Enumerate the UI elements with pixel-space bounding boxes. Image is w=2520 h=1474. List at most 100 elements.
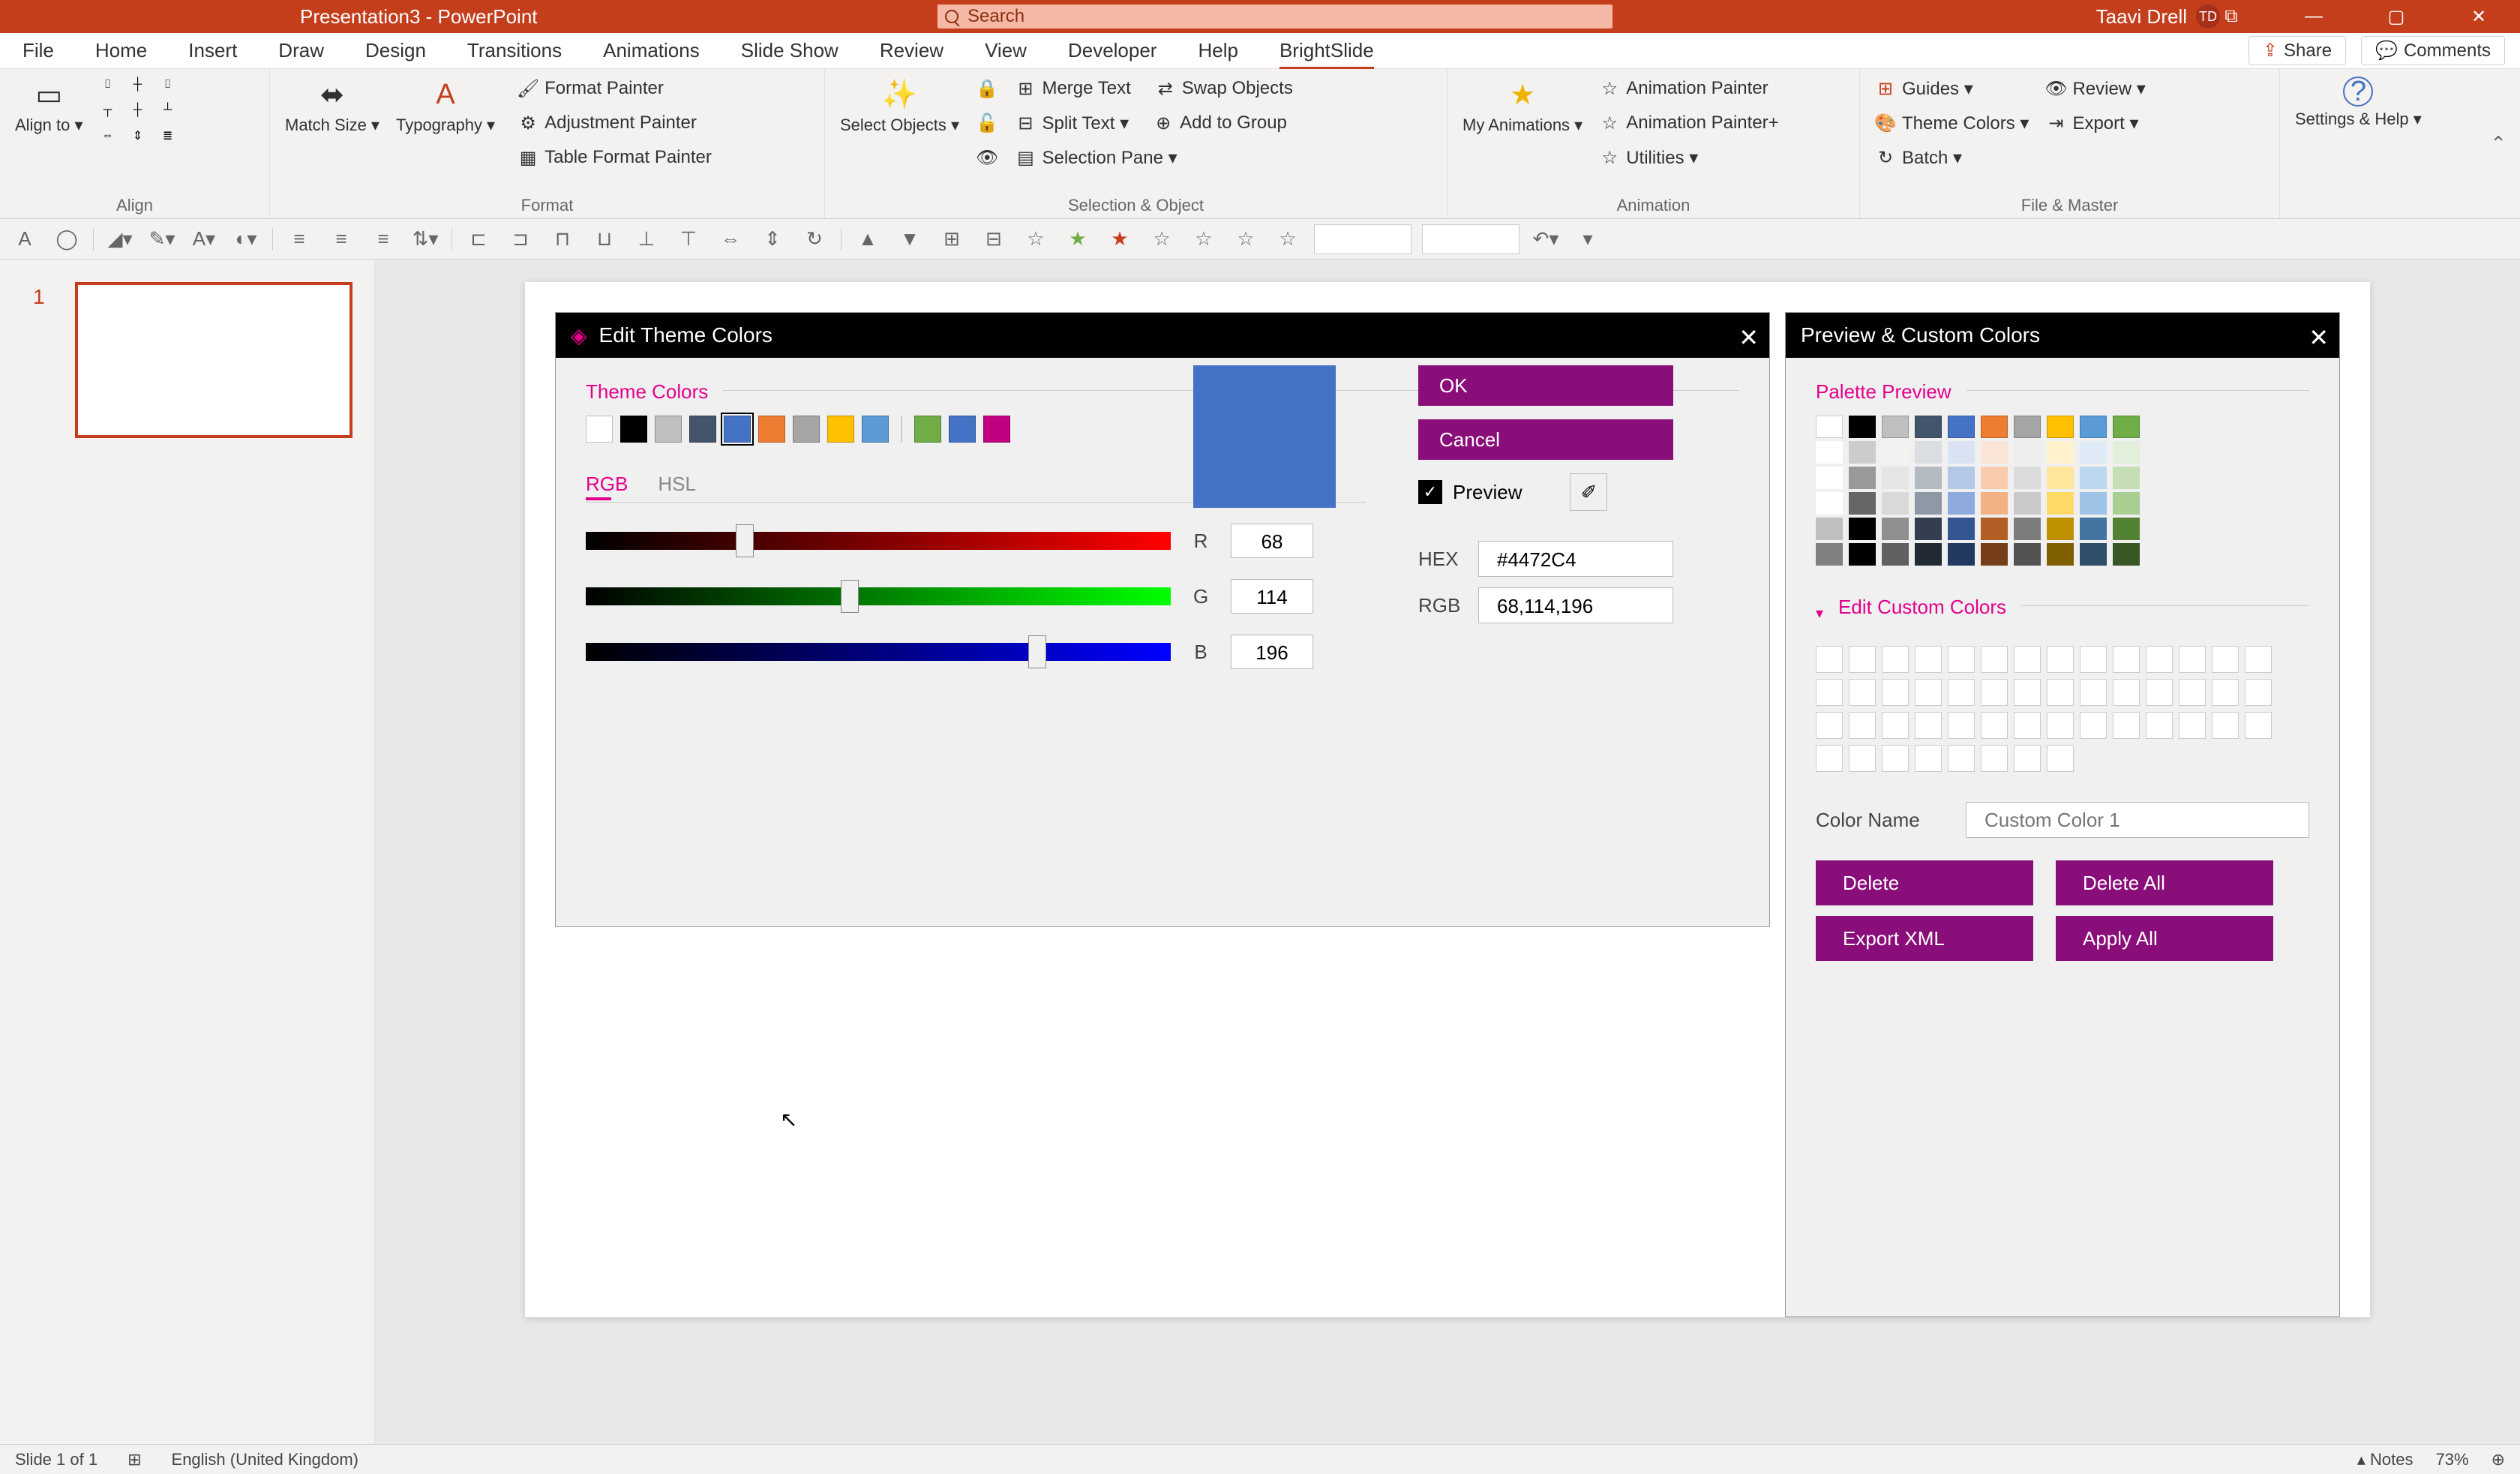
qt-ungroup-icon[interactable]: ⊟ bbox=[978, 224, 1010, 255]
palette-cell[interactable] bbox=[1849, 518, 1876, 540]
palette-cell[interactable] bbox=[1849, 416, 1876, 438]
custom-color-cell[interactable] bbox=[2245, 679, 2272, 706]
dist-h-icon[interactable]: ⇔ bbox=[95, 125, 121, 147]
align-right-icon[interactable]: ⌷ bbox=[155, 74, 181, 96]
maximize-icon[interactable]: ▢ bbox=[2355, 0, 2438, 33]
palette-cell[interactable] bbox=[1948, 543, 1975, 566]
color-name-input[interactable] bbox=[1966, 802, 2309, 838]
palette-cell[interactable] bbox=[2047, 518, 2074, 540]
palette-cell[interactable] bbox=[2047, 416, 2074, 438]
qt-star1-icon[interactable]: ☆ bbox=[1020, 224, 1052, 255]
share-button[interactable]: ⇪Share bbox=[2248, 36, 2346, 65]
custom-color-cell[interactable] bbox=[2113, 679, 2140, 706]
add-to-group-button[interactable]: ⊕Add to Group bbox=[1148, 108, 1292, 138]
tab-review[interactable]: Review bbox=[880, 39, 944, 62]
qt-star4-icon[interactable]: ☆ bbox=[1146, 224, 1178, 255]
custom-color-cell[interactable] bbox=[2014, 679, 2041, 706]
search-box[interactable]: Search bbox=[938, 5, 1612, 29]
theme-colors-button[interactable]: 🎨Theme Colors ▾ bbox=[1870, 108, 2033, 138]
status-lang[interactable]: English (United Kingdom) bbox=[172, 1450, 358, 1469]
palette-cell[interactable] bbox=[2014, 518, 2041, 540]
palette-cell[interactable] bbox=[2113, 492, 2140, 515]
qt-star5-icon[interactable]: ☆ bbox=[1188, 224, 1220, 255]
custom-color-cell[interactable] bbox=[1849, 646, 1876, 673]
palette-cell[interactable] bbox=[2080, 518, 2107, 540]
format-painter-button[interactable]: 🖌Format Painter bbox=[513, 74, 716, 104]
palette-cell[interactable] bbox=[1948, 492, 1975, 515]
custom-color-cell[interactable] bbox=[2047, 712, 2074, 739]
palette-cell[interactable] bbox=[1981, 492, 2008, 515]
qt-shape-icon[interactable]: ◯ bbox=[51, 224, 82, 255]
tab-help[interactable]: Help bbox=[1198, 39, 1238, 62]
qt-textbox-icon[interactable]: A bbox=[9, 224, 40, 255]
palette-cell[interactable] bbox=[1915, 416, 1942, 438]
custom-color-cell[interactable] bbox=[2245, 712, 2272, 739]
match-size-button[interactable]: ⬌ Match Size ▾ bbox=[280, 74, 384, 138]
hex-input[interactable]: #4472C4 bbox=[1478, 541, 1673, 577]
utilities-button[interactable]: ☆Utilities ▾ bbox=[1594, 143, 1783, 173]
palette-cell[interactable] bbox=[2113, 441, 2140, 464]
g-slider[interactable] bbox=[586, 587, 1171, 605]
palette-cell[interactable] bbox=[2047, 467, 2074, 489]
align-bottom-icon[interactable]: ┴ bbox=[155, 99, 181, 122]
palette-cell[interactable] bbox=[1882, 467, 1909, 489]
qt-rotate-icon[interactable]: ↻ bbox=[799, 224, 830, 255]
batch-button[interactable]: ↻Batch ▾ bbox=[1870, 143, 2033, 173]
palette-cell[interactable] bbox=[2014, 467, 2041, 489]
delete-all-button[interactable]: Delete All bbox=[2056, 860, 2273, 905]
custom-color-cell[interactable] bbox=[1816, 679, 1843, 706]
custom-color-cell[interactable] bbox=[1948, 679, 1975, 706]
custom-color-cell[interactable] bbox=[1849, 712, 1876, 739]
custom-color-cell[interactable] bbox=[2245, 646, 2272, 673]
cancel-button[interactable]: Cancel bbox=[1418, 419, 1673, 460]
eyedropper-icon[interactable]: ✐ bbox=[1570, 473, 1607, 511]
custom-color-cell[interactable] bbox=[2047, 679, 2074, 706]
custom-color-cell[interactable] bbox=[1816, 646, 1843, 673]
qt-align-left-icon[interactable]: ≡ bbox=[284, 224, 315, 255]
adjustment-painter-button[interactable]: ⚙Adjustment Painter bbox=[513, 108, 716, 138]
theme-swatch[interactable] bbox=[793, 416, 820, 443]
custom-color-cell[interactable] bbox=[2146, 646, 2173, 673]
palette-cell[interactable] bbox=[2014, 543, 2041, 566]
rgb-input[interactable]: 68,114,196 bbox=[1478, 587, 1673, 623]
custom-color-cell[interactable] bbox=[1816, 712, 1843, 739]
custom-color-cell[interactable] bbox=[1882, 712, 1909, 739]
apply-all-button[interactable]: Apply All bbox=[2056, 916, 2273, 961]
palette-cell[interactable] bbox=[1882, 441, 1909, 464]
qt-spinner1[interactable] bbox=[1314, 224, 1412, 254]
custom-color-cell[interactable] bbox=[2179, 679, 2206, 706]
palette-cell[interactable] bbox=[1915, 467, 1942, 489]
notes-button[interactable]: ▴ Notes bbox=[2357, 1450, 2414, 1469]
lock-icon[interactable]: 🔒 bbox=[971, 74, 1003, 104]
r-slider[interactable] bbox=[586, 532, 1171, 550]
custom-color-cell[interactable] bbox=[2047, 646, 2074, 673]
qt-more-icon[interactable]: ▾ bbox=[1572, 224, 1604, 255]
palette-cell[interactable] bbox=[1849, 543, 1876, 566]
custom-color-cell[interactable] bbox=[2212, 646, 2239, 673]
slide-navigator[interactable]: 1 bbox=[0, 260, 375, 1444]
palette-cell[interactable] bbox=[2080, 416, 2107, 438]
qt-dist-v-icon[interactable]: ⇕ bbox=[757, 224, 788, 255]
custom-color-cell[interactable] bbox=[1882, 745, 1909, 772]
theme-swatch[interactable] bbox=[914, 416, 941, 443]
palette-cell[interactable] bbox=[2080, 441, 2107, 464]
qt-linespacing-icon[interactable]: ⇅▾ bbox=[410, 224, 441, 255]
theme-swatch[interactable] bbox=[758, 416, 785, 443]
palette-cell[interactable] bbox=[1948, 518, 1975, 540]
theme-swatch[interactable] bbox=[586, 416, 613, 443]
tab-design[interactable]: Design bbox=[365, 39, 426, 62]
align-left-icon[interactable]: ⌷ bbox=[95, 74, 121, 96]
custom-color-cell[interactable] bbox=[1915, 646, 1942, 673]
qt-effects-icon[interactable]: ◐▾ bbox=[230, 224, 262, 255]
custom-color-cell[interactable] bbox=[1981, 712, 2008, 739]
custom-color-cell[interactable] bbox=[2179, 646, 2206, 673]
typography-button[interactable]: A Typography ▾ bbox=[392, 74, 500, 138]
palette-cell[interactable] bbox=[2080, 543, 2107, 566]
palette-cell[interactable] bbox=[1816, 441, 1843, 464]
palette-cell[interactable] bbox=[1915, 492, 1942, 515]
custom-color-cell[interactable] bbox=[2146, 679, 2173, 706]
custom-color-cell[interactable] bbox=[2047, 745, 2074, 772]
custom-color-cell[interactable] bbox=[2113, 712, 2140, 739]
qt-group-icon[interactable]: ⊞ bbox=[936, 224, 968, 255]
qt-star7-icon[interactable]: ☆ bbox=[1272, 224, 1304, 255]
